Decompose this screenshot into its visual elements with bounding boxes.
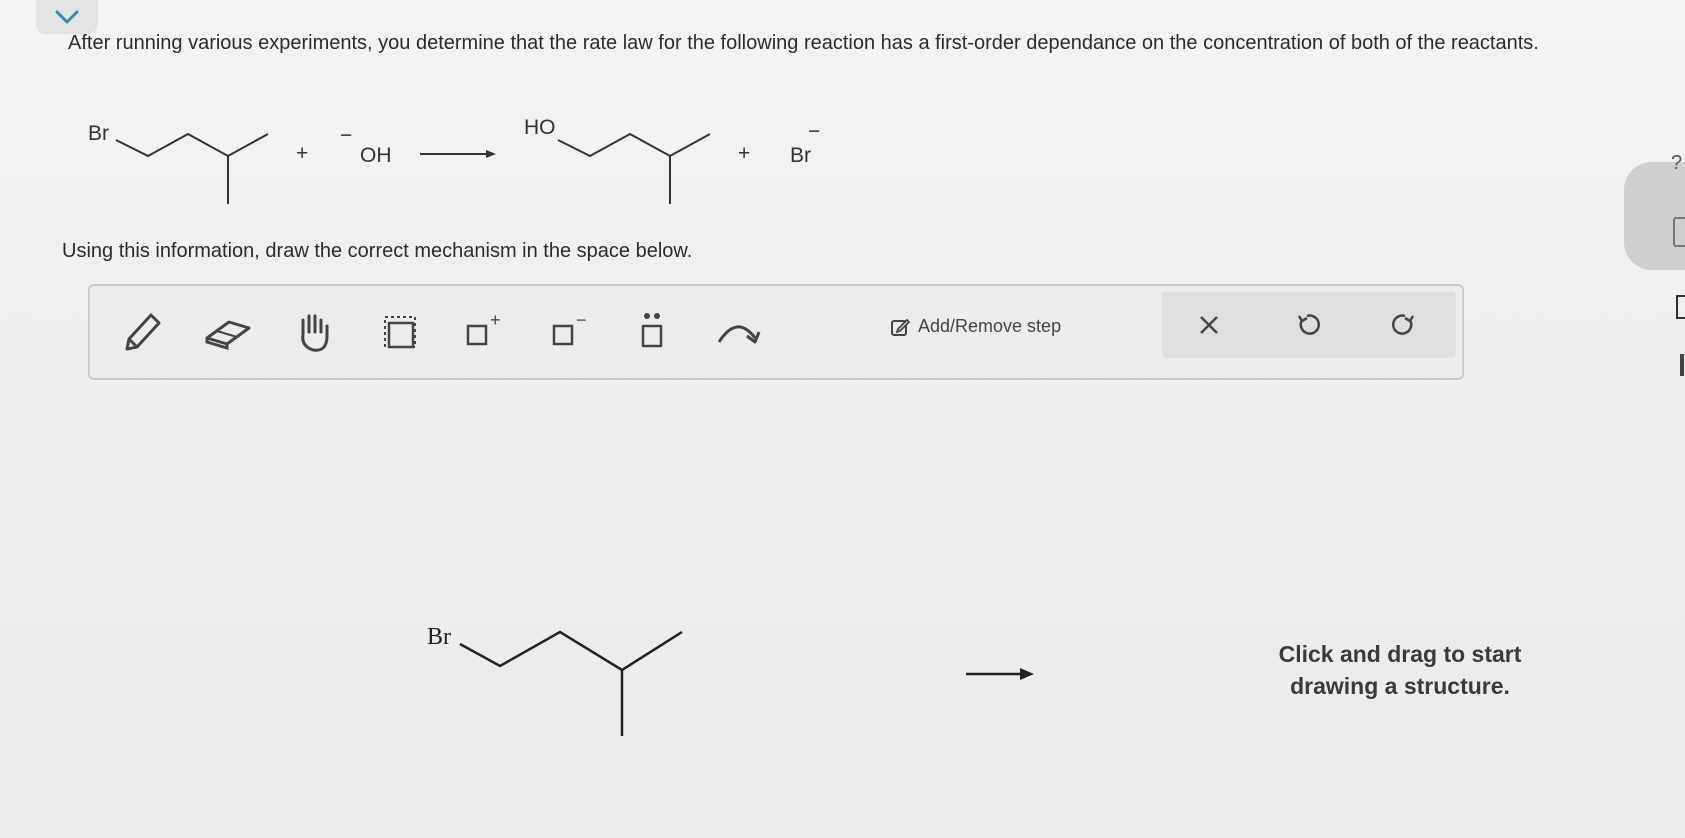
curved-arrow-tool[interactable] xyxy=(710,304,766,360)
hand-tool[interactable] xyxy=(286,304,342,360)
reactant2-label: OH xyxy=(360,144,392,167)
side-tab-icon[interactable] xyxy=(1676,295,1685,319)
reaction-scheme: Br + − OH HO + Br − xyxy=(88,116,820,204)
close-icon xyxy=(1200,316,1218,334)
side-tools-panel xyxy=(1624,162,1685,270)
svg-text:+: + xyxy=(490,312,501,330)
reactant-hydroxide: − OH xyxy=(340,124,392,167)
side-divider xyxy=(1680,354,1684,376)
redo-button[interactable] xyxy=(1380,300,1430,350)
curved-arrow-icon xyxy=(717,325,761,344)
reaction-arrow xyxy=(420,150,496,158)
eraser-icon xyxy=(205,320,251,351)
eraser-tool[interactable] xyxy=(200,304,256,360)
bromide-charge: − xyxy=(808,120,820,143)
plus-sign: + xyxy=(738,142,750,165)
canvas-hint-line2: drawing a structure. xyxy=(1290,673,1510,699)
undo-button[interactable] xyxy=(1282,300,1332,350)
product2-label: Br xyxy=(790,144,811,167)
question-text: After running various experiments, you d… xyxy=(68,32,1539,54)
help-icon[interactable]: ? xyxy=(1671,152,1682,175)
pencil-tool[interactable] xyxy=(114,304,170,360)
add-remove-step-button[interactable]: Add/Remove step xyxy=(890,316,1061,337)
edit-icon xyxy=(891,318,910,336)
select-tool[interactable] xyxy=(372,304,428,360)
action-buttons xyxy=(1162,292,1456,358)
drawing-toolbar: + − Add/Remove step xyxy=(88,284,1464,380)
hydroxide-charge: − xyxy=(340,124,352,147)
canvas-hint: Click and drag to start drawing a struct… xyxy=(1250,638,1550,702)
undo-icon xyxy=(1297,314,1320,335)
redo-icon xyxy=(1392,314,1415,335)
product1-label: HO xyxy=(524,116,556,139)
pencil-icon xyxy=(125,313,161,351)
canvas-hint-line1: Click and drag to start xyxy=(1278,641,1522,667)
lone-pair-icon xyxy=(641,313,663,348)
clear-button[interactable] xyxy=(1184,300,1234,350)
mechanism-arrow xyxy=(966,668,1034,680)
starting-structure[interactable]: Br xyxy=(427,624,683,736)
drawing-canvas[interactable]: Br xyxy=(88,390,1464,830)
hand-icon xyxy=(301,314,329,352)
reactant1-label: Br xyxy=(88,122,109,145)
product-alcohol: HO xyxy=(524,116,711,204)
plus-sign: + xyxy=(296,142,308,165)
svg-text:−: − xyxy=(576,312,587,330)
reactant-alkyl-bromide: Br xyxy=(88,122,269,204)
calculator-icon[interactable] xyxy=(1673,217,1685,247)
add-remove-step-label: Add/Remove step xyxy=(918,316,1062,336)
starting-structure-label: Br xyxy=(427,624,451,650)
selection-box-icon xyxy=(384,316,416,349)
lone-pair-tool[interactable] xyxy=(624,304,680,360)
positive-charge-tool[interactable]: + xyxy=(456,304,512,360)
product-bromide-ion: Br − xyxy=(790,120,820,167)
instruction-text: Using this information, draw the correct… xyxy=(62,240,693,262)
negative-charge-icon: − xyxy=(552,312,587,346)
positive-charge-icon: + xyxy=(466,312,501,346)
chevron-down-icon xyxy=(55,10,79,24)
negative-charge-tool[interactable]: − xyxy=(542,304,598,360)
